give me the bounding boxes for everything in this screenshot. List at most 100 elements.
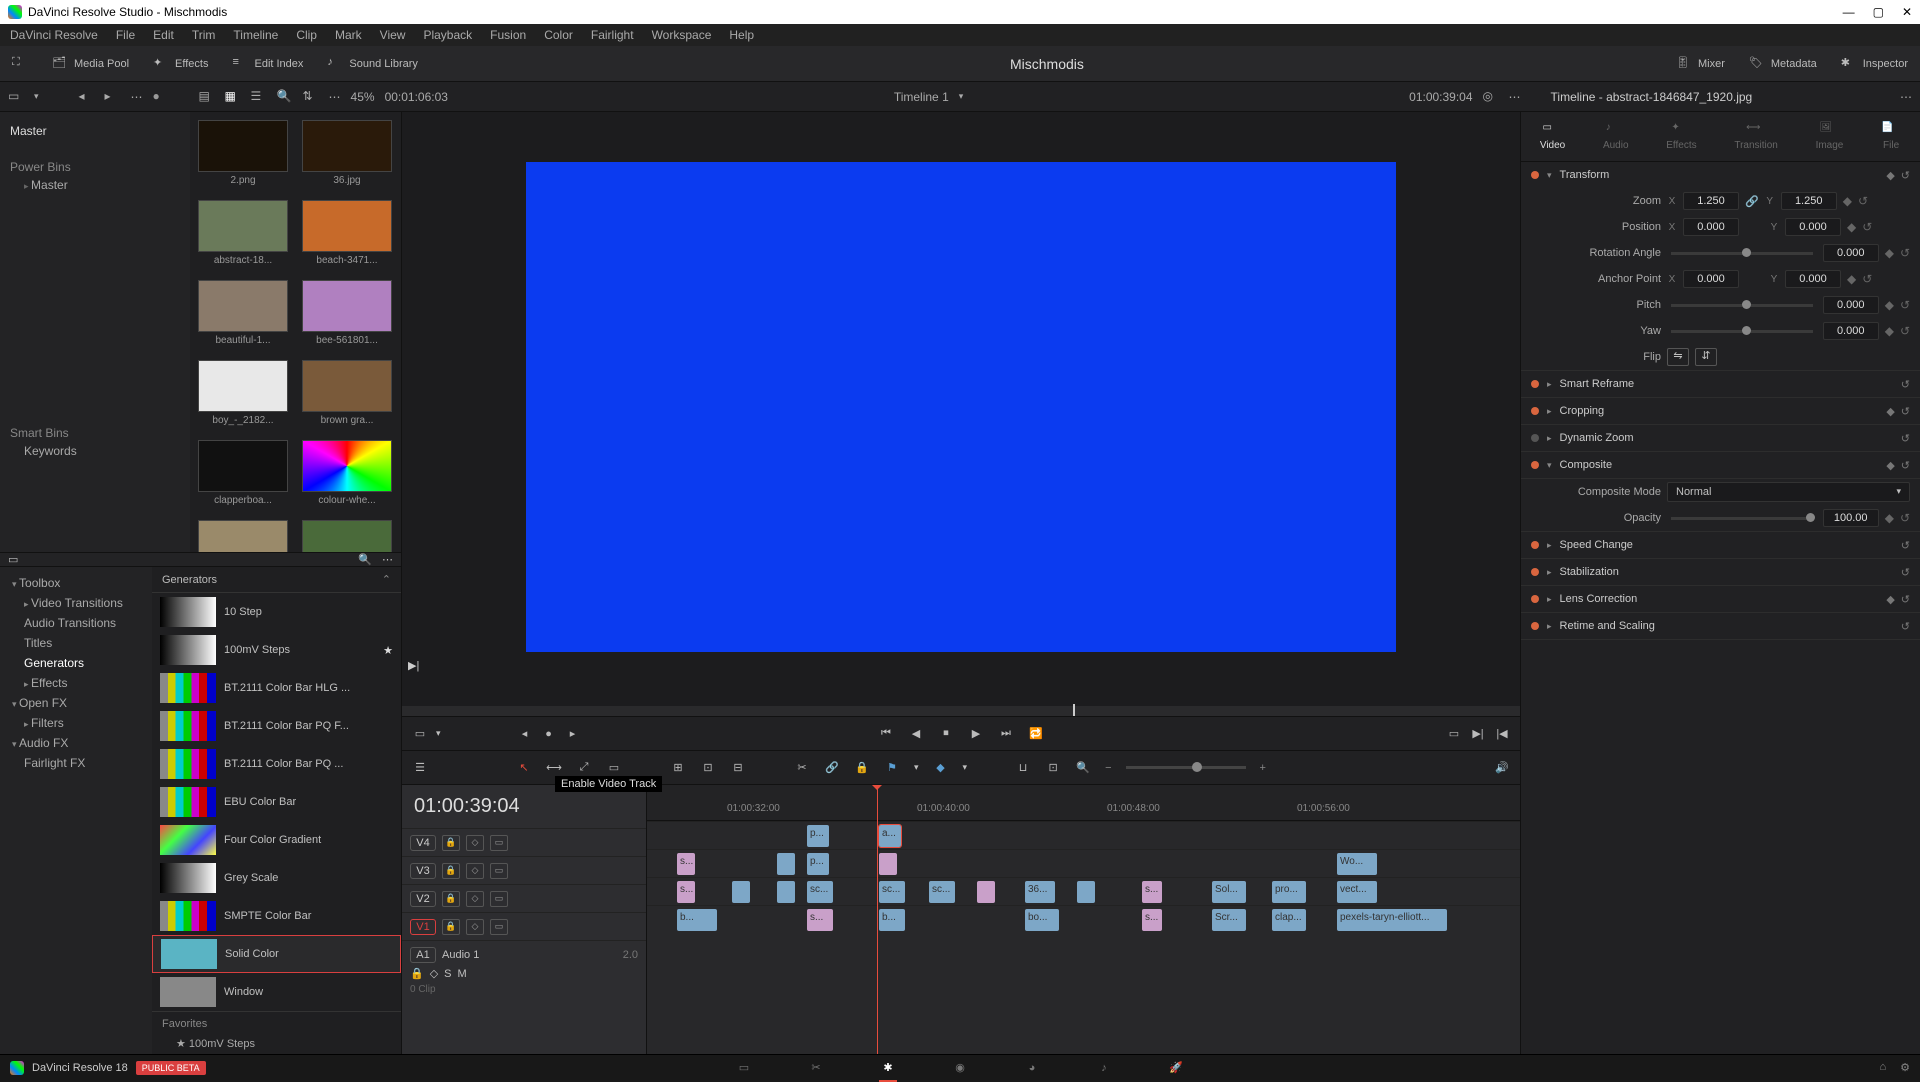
- thumb-view-icon[interactable]: ▦: [225, 89, 241, 105]
- home-icon[interactable]: ⌂: [1879, 1061, 1886, 1074]
- composite-mode-select[interactable]: Normal▾: [1667, 482, 1910, 502]
- timeline-clip[interactable]: [777, 881, 795, 903]
- viewer-canvas[interactable]: [526, 162, 1396, 652]
- viewer-scrubber[interactable]: [402, 706, 1520, 716]
- generator-item[interactable]: BT.2111 Color Bar PQ ...: [152, 745, 401, 783]
- reset-icon[interactable]: ↺: [1901, 539, 1910, 552]
- fx-tree-audio-transitions[interactable]: Audio Transitions: [8, 613, 144, 633]
- mixer-button[interactable]: 🎚Mixer: [1664, 46, 1737, 81]
- timeline-name[interactable]: Timeline 1: [894, 90, 949, 104]
- fairlight-page-icon[interactable]: ♪: [1093, 1059, 1115, 1077]
- media-thumb[interactable]: dog-18014...: [302, 520, 392, 552]
- generator-item[interactable]: Window: [152, 973, 401, 1011]
- record-icon[interactable]: ●: [153, 89, 169, 105]
- section-smart-reframe[interactable]: ▸Smart Reframe ↺: [1521, 371, 1920, 397]
- effects-panel-icon[interactable]: ▭: [8, 553, 18, 566]
- reset-prop-icon[interactable]: ↺: [1858, 194, 1868, 208]
- timeline-clip[interactable]: s...: [677, 853, 695, 875]
- next-edit-icon[interactable]: ▸: [565, 726, 581, 742]
- menu-color[interactable]: Color: [544, 28, 573, 42]
- keyframe-icon[interactable]: ◆: [1886, 169, 1894, 182]
- favorite-star-icon[interactable]: ★: [383, 644, 393, 657]
- color-page-icon[interactable]: ◕: [1021, 1059, 1043, 1077]
- reset-icon[interactable]: ↺: [1901, 566, 1910, 579]
- generator-item[interactable]: SMPTE Color Bar: [152, 897, 401, 935]
- smartbin-keywords[interactable]: Keywords: [10, 440, 180, 462]
- timeline-clip[interactable]: [879, 853, 897, 875]
- timeline-clip[interactable]: b...: [879, 909, 905, 931]
- fx-tree-open-fx[interactable]: Open FX: [8, 693, 144, 713]
- loop-icon[interactable]: 🔁: [1028, 726, 1044, 742]
- inspector-options-icon[interactable]: ⋯: [1900, 90, 1912, 104]
- fx-tree-filters[interactable]: Filters: [8, 713, 144, 733]
- close-button[interactable]: ✕: [1902, 5, 1912, 19]
- inspector-tab-video[interactable]: ▭Video: [1540, 122, 1565, 151]
- section-lens-correction[interactable]: ▸Lens Correction ◆↺: [1521, 586, 1920, 612]
- flip-v-button[interactable]: ⇵: [1695, 348, 1717, 366]
- marker-dot-icon[interactable]: ●: [541, 726, 557, 742]
- timeline-clip[interactable]: 36...: [1025, 881, 1055, 903]
- track-label[interactable]: V2: [410, 891, 436, 907]
- kf-icon[interactable]: ◆: [1843, 194, 1852, 208]
- timeline-clip[interactable]: Wo...: [1337, 853, 1377, 875]
- stop-icon[interactable]: ⏹: [938, 726, 954, 742]
- section-cropping[interactable]: ▸Cropping ◆↺: [1521, 398, 1920, 424]
- zoom-y-input[interactable]: 1.250: [1781, 192, 1837, 210]
- reset-icon[interactable]: ↺: [1901, 459, 1910, 472]
- inspector-tab-transition[interactable]: ⟷Transition: [1734, 122, 1778, 151]
- rotation-input[interactable]: 0.000: [1823, 244, 1879, 262]
- inspector-tab-file[interactable]: 📄File: [1881, 122, 1901, 151]
- menu-clip[interactable]: Clip: [296, 28, 317, 42]
- track-label[interactable]: V1: [410, 919, 436, 935]
- media-thumb[interactable]: boy_-_2182...: [198, 360, 288, 426]
- timeline-clip[interactable]: [1077, 881, 1095, 903]
- sort-icon[interactable]: ⇅: [303, 89, 319, 105]
- timeline-clip[interactable]: b...: [677, 909, 717, 931]
- section-dynamic-zoom[interactable]: ▸Dynamic Zoom ↺: [1521, 425, 1920, 451]
- menu-workspace[interactable]: Workspace: [652, 28, 712, 42]
- media-thumb[interactable]: abstract-18...: [198, 200, 288, 266]
- powerbin-master[interactable]: ▸ Master: [10, 174, 180, 196]
- prev-edit-icon[interactable]: ◂: [517, 726, 533, 742]
- timeline-clip[interactable]: s...: [677, 881, 695, 903]
- deliver-page-icon[interactable]: 🚀: [1165, 1059, 1187, 1077]
- media-thumb[interactable]: beautiful-1...: [198, 280, 288, 346]
- overwrite-clip-icon[interactable]: ⊡: [700, 760, 716, 776]
- inspector-tab-audio[interactable]: ♪Audio: [1603, 122, 1629, 151]
- search-icon[interactable]: 🔍: [277, 89, 293, 105]
- cut-page-icon[interactable]: ✂: [805, 1059, 827, 1077]
- section-stabilization[interactable]: ▸Stabilization ↺: [1521, 559, 1920, 585]
- timeline-clip[interactable]: bo...: [1025, 909, 1059, 931]
- reset-icon[interactable]: ↺: [1901, 620, 1910, 633]
- generator-item[interactable]: 10 Step: [152, 593, 401, 631]
- overlay-icon[interactable]: ▭: [1446, 726, 1462, 742]
- insert-dropdown-icon[interactable]: ▾: [436, 728, 441, 739]
- edit-index-button[interactable]: ≡Edit Index: [220, 46, 315, 81]
- track-lock-icon[interactable]: 🔒: [442, 891, 460, 907]
- timeline-clip[interactable]: a...: [879, 825, 901, 847]
- effects-options-icon[interactable]: ⋯: [382, 553, 393, 566]
- media-thumb[interactable]: 2.png: [198, 120, 288, 186]
- timeline-clip[interactable]: s...: [807, 909, 833, 931]
- reset-icon[interactable]: ↺: [1901, 593, 1910, 606]
- menu-view[interactable]: View: [380, 28, 406, 42]
- track-lock-icon[interactable]: 🔒: [442, 919, 460, 935]
- strip-view-icon[interactable]: ▤: [199, 89, 215, 105]
- keyframe-icon[interactable]: ◆: [1886, 459, 1894, 472]
- playhead[interactable]: [877, 785, 878, 1054]
- timeline-dropdown-icon[interactable]: ▾: [959, 91, 964, 102]
- track-lock-icon[interactable]: 🔒: [442, 863, 460, 879]
- bin-master[interactable]: Master: [10, 120, 180, 142]
- nav-fwd-icon[interactable]: ▸: [105, 89, 121, 105]
- play-reverse-icon[interactable]: ◀: [908, 726, 924, 742]
- generator-item[interactable]: Grey Scale: [152, 859, 401, 897]
- link-zoom-icon[interactable]: 🔗: [1745, 195, 1759, 208]
- menu-davinci-resolve[interactable]: DaVinci Resolve: [10, 28, 98, 42]
- metadata-button[interactable]: 🏷Metadata: [1737, 46, 1829, 81]
- timeline-clip[interactable]: s...: [1142, 909, 1162, 931]
- menu-fairlight[interactable]: Fairlight: [591, 28, 634, 42]
- minimize-button[interactable]: —: [1843, 5, 1855, 19]
- reset-icon[interactable]: ↺: [1901, 169, 1910, 182]
- menu-edit[interactable]: Edit: [153, 28, 174, 42]
- generator-item[interactable]: BT.2111 Color Bar PQ F...: [152, 707, 401, 745]
